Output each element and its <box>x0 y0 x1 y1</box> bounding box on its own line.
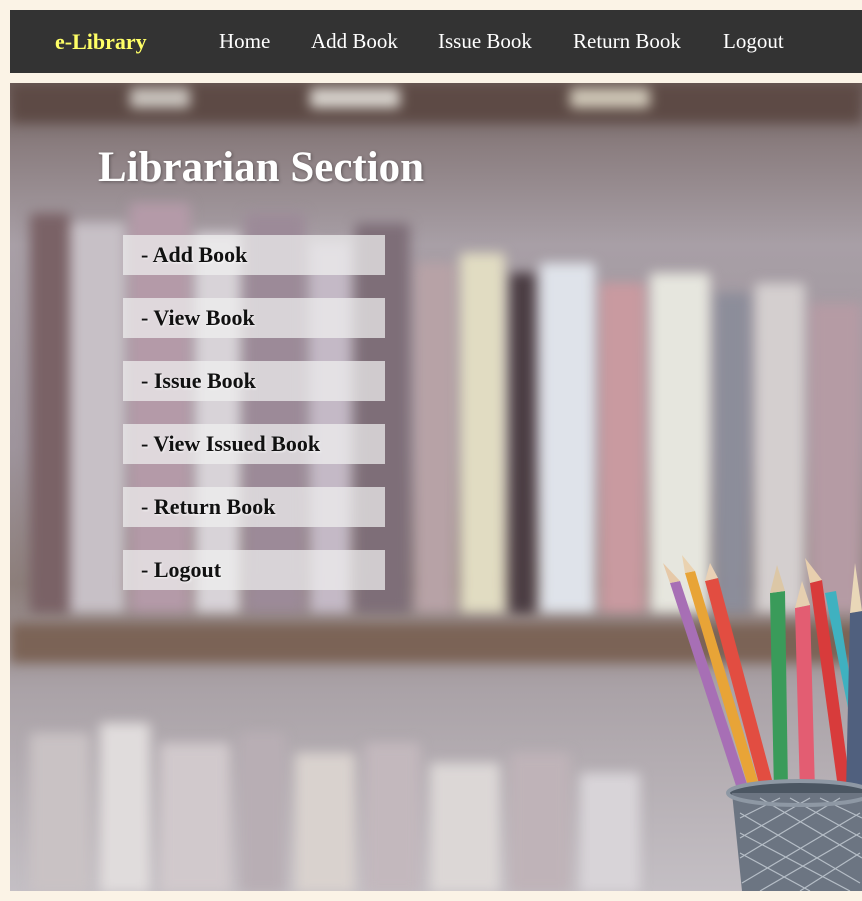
brand-logo[interactable]: e-Library <box>55 10 147 73</box>
nav-add-book[interactable]: Add Book <box>311 10 398 73</box>
menu-issue-book[interactable]: - Issue Book <box>123 361 385 401</box>
menu-return-book[interactable]: - Return Book <box>123 487 385 527</box>
pencil-cup-image <box>663 555 862 891</box>
menu-view-book[interactable]: - View Book <box>123 298 385 338</box>
nav-issue-book[interactable]: Issue Book <box>438 10 532 73</box>
page-title: Librarian Section <box>98 144 425 191</box>
nav-logout[interactable]: Logout <box>723 10 784 73</box>
navbar: e-Library Home Add Book Issue Book Retur… <box>10 10 862 73</box>
top-shelf-background <box>10 83 862 123</box>
hero-section: Librarian Section - Add Book - View Book… <box>10 83 862 891</box>
menu-view-issued-book[interactable]: - View Issued Book <box>123 424 385 464</box>
nav-home[interactable]: Home <box>219 10 270 73</box>
menu-logout[interactable]: - Logout <box>123 550 385 590</box>
nav-return-book[interactable]: Return Book <box>573 10 681 73</box>
menu-add-book[interactable]: - Add Book <box>123 235 385 275</box>
